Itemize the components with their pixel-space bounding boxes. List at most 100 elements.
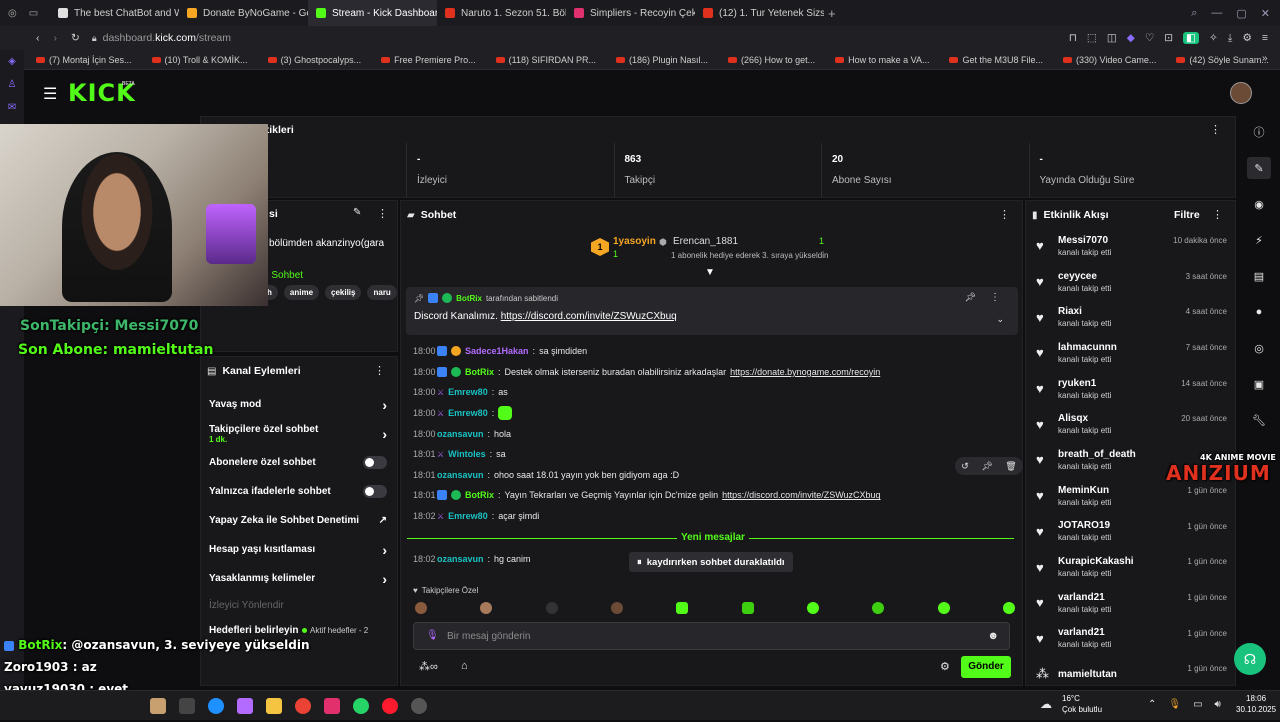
sidebar-contacts-icon[interactable]: ♙: [8, 79, 17, 90]
event-user[interactable]: lahmacunnn: [1058, 342, 1117, 353]
sidebar-mail-icon[interactable]: ✉: [8, 102, 16, 113]
bookmark-item[interactable]: (10) Troll & KOMİK...: [151, 55, 248, 65]
weather-desc[interactable]: Çok bulutlu: [1062, 705, 1102, 714]
activity-event[interactable]: ⁂ mamieltutan 1 gün önce: [1026, 656, 1235, 692]
sidebar-aria-icon[interactable]: ◈: [8, 56, 16, 67]
bookmark-item[interactable]: Free Premiere Pro...: [381, 55, 476, 65]
channel-action-item[interactable]: Hesap yaşı kısıtlaması ›: [201, 535, 397, 564]
toggle-switch[interactable]: [363, 456, 387, 469]
taskbar-app-1[interactable]: [150, 698, 166, 714]
extensions-icon[interactable]: ✧: [1209, 32, 1218, 44]
event-user[interactable]: JOTARO19: [1058, 520, 1111, 531]
chat-username[interactable]: Emrew80: [448, 511, 488, 521]
bookmark-icon[interactable]: ⊡: [1164, 32, 1173, 44]
bookmark-item[interactable]: (118) SIFIRDAN PR...: [495, 55, 596, 65]
points-icon[interactable]: ⁂∞: [419, 660, 438, 673]
chat-settings-icon[interactable]: ⚙: [940, 660, 950, 673]
send-button[interactable]: Gönder: [961, 656, 1011, 678]
info-icon[interactable]: ⓘ: [1247, 121, 1271, 143]
event-user[interactable]: varland21: [1058, 627, 1111, 638]
chevron-right-icon[interactable]: ›: [382, 571, 387, 587]
forward-icon[interactable]: ›: [54, 32, 58, 44]
pin-icon[interactable]: ⊓: [1069, 32, 1077, 44]
pinned-menu-icon[interactable]: ⋮: [990, 292, 1000, 303]
avatar[interactable]: [1230, 82, 1252, 104]
event-user[interactable]: mamieltutan: [1058, 669, 1117, 680]
activity-event[interactable]: ♥ ryuken1 kanalı takip etti 14 saat önce: [1026, 371, 1235, 407]
event-user[interactable]: varland21: [1058, 592, 1111, 603]
taskbar-explorer[interactable]: [266, 698, 282, 714]
stats-menu-icon[interactable]: ⋮: [1210, 123, 1221, 136]
activity-event[interactable]: ♥ Messi7070 kanalı takip etti 10 dakika önc…: [1026, 228, 1235, 264]
chat-username[interactable]: ozansavun: [437, 429, 484, 439]
hamburger-menu-icon[interactable]: ☰: [43, 84, 57, 104]
taskbar-edge[interactable]: [208, 698, 224, 714]
toggle-switch[interactable]: [363, 485, 387, 498]
shield-icon[interactable]: ◆: [1127, 32, 1135, 44]
event-user[interactable]: ryuken1: [1058, 378, 1111, 389]
chat-username[interactable]: ozansavun: [437, 470, 484, 480]
url-field[interactable]: dashboard.kick.com/stream: [103, 32, 231, 44]
bookmark-item[interactable]: Get the M3U8 File...: [949, 55, 1043, 65]
emote-kick-4[interactable]: [872, 602, 885, 614]
clipboard-icon[interactable]: ▤: [1247, 265, 1271, 287]
reply-icon[interactable]: ↺: [961, 461, 969, 472]
browser-tab[interactable]: Naruto 1. Sezon 51. Bölüm: [437, 0, 566, 26]
event-user[interactable]: Alisqx: [1058, 413, 1111, 424]
emoji-icon[interactable]: ☻: [987, 630, 999, 642]
event-user[interactable]: MeminKun: [1058, 485, 1111, 496]
emote-kick-1[interactable]: [676, 602, 689, 614]
channel-action-item[interactable]: Abonelere özel sohbet: [201, 448, 397, 477]
tag-chip[interactable]: naru: [367, 285, 397, 300]
channel-action-item[interactable]: Yasaklanmış kelimeler ›: [201, 564, 397, 593]
tray-mic-icon[interactable]: 🎙︎: [1168, 699, 1181, 710]
gift-recipient-name[interactable]: Erencan_1881: [673, 236, 738, 247]
pin-message-icon[interactable]: 📌︎: [981, 461, 992, 472]
top-gifter-name[interactable]: 1yasoyin: [613, 236, 656, 247]
store-icon[interactable]: ⌂: [461, 660, 468, 672]
channel-action-item[interactable]: Yalnızca ifadelerle sohbet: [201, 477, 397, 506]
activity-event[interactable]: ♥ varland21 kanalı takip etti 1 gün önce: [1026, 585, 1235, 621]
activity-event[interactable]: ♥ ceyycee kanalı takip etti 3 saat önce: [1026, 264, 1235, 300]
emote-face-4[interactable]: [610, 602, 623, 614]
activity-menu-icon[interactable]: ⋮: [1212, 208, 1223, 221]
filter-button[interactable]: Filtre: [1174, 209, 1200, 221]
tray-volume-icon[interactable]: 🔊︎: [1215, 699, 1221, 710]
bookmark-item[interactable]: (186) Plugin Nasıl...: [616, 55, 708, 65]
browser-tab[interactable]: (12) 1. Tur Yetenek Sizsin: [695, 0, 824, 26]
event-user[interactable]: ceyycee: [1058, 271, 1111, 282]
channel-action-item[interactable]: Takipçilere özel sohbet 1 dk. ›: [201, 419, 397, 448]
taskbar-copilot[interactable]: [237, 698, 253, 714]
chat-username[interactable]: BotRix: [465, 367, 494, 377]
bookmarks-more-icon[interactable]: »: [1262, 53, 1268, 64]
opera-menu-icon[interactable]: ◎: [8, 8, 17, 19]
pinned-by-name[interactable]: BotRix: [456, 294, 482, 303]
downloads-icon[interactable]: ⤓: [1228, 32, 1233, 45]
chat-link[interactable]: https://discord.com/invite/ZSWuzCXbuq: [722, 490, 880, 500]
taskbar-app-2[interactable]: [179, 698, 195, 714]
activity-event[interactable]: ♥ lahmacunnn kanalı takip etti 7 saat önce: [1026, 335, 1235, 371]
back-icon[interactable]: ‹: [36, 32, 40, 44]
broadcast-icon[interactable]: ◎: [1247, 337, 1271, 359]
event-user[interactable]: Riaxi: [1058, 306, 1111, 317]
new-tab-icon[interactable]: +: [828, 6, 836, 21]
activity-event[interactable]: ♥ KurapicKakashi kanalı takip etti 1 gün ön…: [1026, 549, 1235, 585]
emote-face-3[interactable]: [545, 602, 558, 614]
emote-kick-2[interactable]: [741, 602, 754, 614]
tag-chip[interactable]: çekiliş: [325, 285, 362, 300]
chat-username[interactable]: BotRix: [465, 490, 494, 500]
event-user[interactable]: KurapicKakashi: [1058, 556, 1134, 567]
menu-icon[interactable]: ≡: [1262, 32, 1268, 44]
chat-username[interactable]: ozansavun: [437, 554, 484, 564]
browser-tab[interactable]: Stream - Kick Dashboard: [308, 0, 437, 26]
wrench-icon[interactable]: 🔧︎: [1247, 409, 1271, 431]
pinned-link[interactable]: https://discord.com/invite/ZSWuzCXbuq: [501, 311, 677, 322]
taskbar-instagram[interactable]: [324, 698, 340, 714]
emote-face-2[interactable]: [480, 602, 493, 614]
edit-pencil-icon[interactable]: ✎: [353, 207, 361, 218]
channel-actions-menu-icon[interactable]: ⋮: [374, 364, 385, 377]
bookmark-item[interactable]: (266) How to get...: [728, 55, 815, 65]
external-link-icon[interactable]: ↗: [379, 515, 387, 526]
weather-icon[interactable]: ☁: [1040, 697, 1052, 711]
stream-info-menu-icon[interactable]: ⋮: [377, 207, 388, 220]
